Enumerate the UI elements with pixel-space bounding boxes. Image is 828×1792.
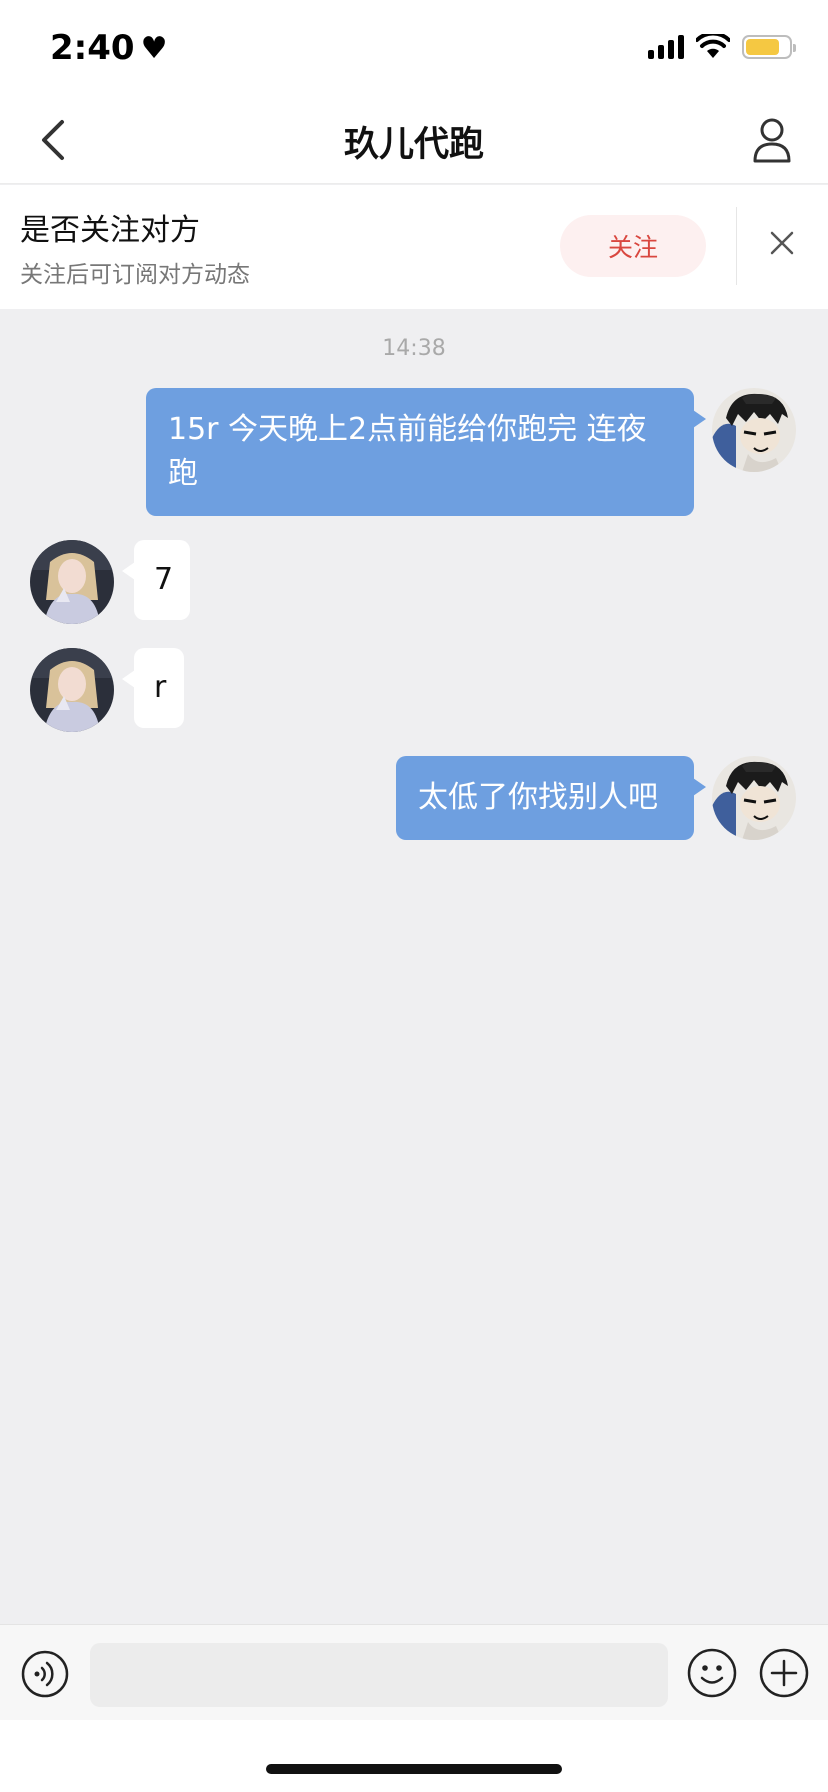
status-bar: 2:40 ♥ xyxy=(0,0,828,96)
wifi-icon xyxy=(696,34,730,58)
my-avatar[interactable] xyxy=(712,388,796,472)
chat-message-incoming[interactable]: 7 xyxy=(122,540,190,620)
message-text: 太低了你找别人吧 xyxy=(418,780,658,815)
status-time-text: 2:40 xyxy=(50,28,135,68)
chat-message-incoming[interactable]: r xyxy=(122,648,184,728)
chat-message-outgoing[interactable]: 15r 今天晚上2点前能给你跑完 连夜跑 xyxy=(146,388,706,516)
message-input[interactable] xyxy=(90,1643,668,1707)
message-timestamp: 14:38 xyxy=(382,336,446,361)
divider xyxy=(736,207,737,285)
follow-prompt-title: 是否关注对方 xyxy=(20,213,200,248)
battery-icon xyxy=(742,35,796,59)
status-indicators xyxy=(648,34,796,60)
contact-avatar[interactable] xyxy=(30,648,114,732)
nav-bar: 玖儿代跑 xyxy=(0,96,828,184)
my-avatar[interactable] xyxy=(712,756,796,840)
heart-icon: ♥ xyxy=(140,30,168,66)
close-icon[interactable] xyxy=(768,229,796,257)
bottom-safe-area xyxy=(0,1720,828,1792)
contact-avatar[interactable] xyxy=(30,540,114,624)
status-time: 2:40 ♥ xyxy=(50,28,167,68)
follow-prompt-subtitle: 关注后可订阅对方动态 xyxy=(20,262,250,288)
plus-icon[interactable] xyxy=(758,1647,810,1699)
message-text: 7 xyxy=(154,562,174,597)
page-title: 玖儿代跑 xyxy=(343,125,484,165)
emoji-icon[interactable] xyxy=(686,1647,738,1699)
person-icon[interactable] xyxy=(752,116,792,164)
message-text: r xyxy=(154,670,167,705)
message-text: 15r 今天晚上2点前能给你跑完 连夜跑 xyxy=(168,412,647,491)
chat-message-outgoing[interactable]: 太低了你找别人吧 xyxy=(396,756,706,840)
home-indicator[interactable] xyxy=(266,1764,562,1774)
follow-banner: 是否关注对方 关注后可订阅对方动态 关注 xyxy=(0,185,828,309)
signal-icon xyxy=(648,35,684,59)
follow-button[interactable]: 关注 xyxy=(560,215,706,277)
message-input-bar xyxy=(0,1624,828,1720)
voice-icon[interactable] xyxy=(20,1649,70,1699)
